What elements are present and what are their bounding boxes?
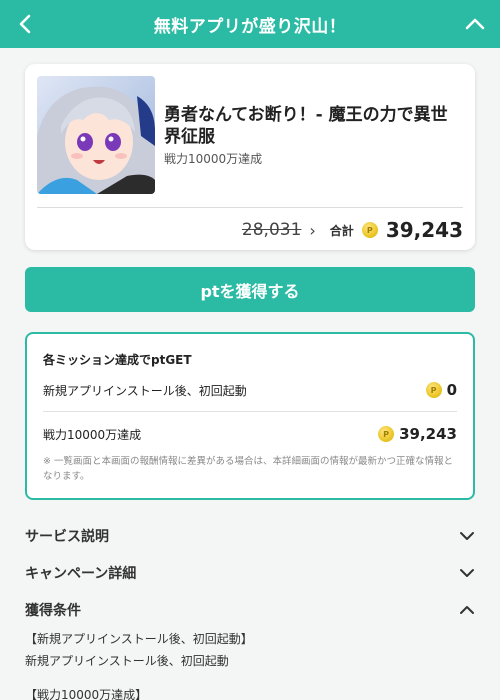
divider	[43, 411, 457, 412]
mission-note: ※ 一覧画面と本画面の報酬情報に差異がある場合は、本詳細画面の情報が最新かつ正確…	[43, 456, 453, 482]
condition-text: 新規アプリインストール後、初回起動	[25, 654, 229, 668]
mission-reward: P 0	[425, 381, 457, 399]
total-points: 39,243	[385, 218, 463, 242]
app-header: 無料アプリが盛り沢山！	[0, 0, 500, 48]
collapse-button[interactable]	[462, 10, 488, 38]
condition-heading: 【新規アプリインストール後、初回起動】	[25, 632, 253, 646]
header-title: 無料アプリが盛り沢山！	[153, 16, 347, 37]
section-campaign-details[interactable]: キャンペーン詳細	[25, 561, 475, 585]
chevron-left-icon	[19, 14, 31, 34]
section-label: サービス説明	[25, 529, 109, 545]
app-card: 勇者なんてお断り！- 魔王の力で異世界征服 戦力10000万達成 28,031 …	[25, 64, 475, 250]
app-subtitle: 戦力10000万達成	[164, 152, 263, 166]
mission-row: 戦力10000万達成 P 39,243	[43, 423, 457, 445]
mission-box: 各ミッション達成でptGET 新規アプリインストール後、初回起動 P 0 戦力1…	[25, 332, 475, 500]
mission-label: 新規アプリインストール後、初回起動	[43, 383, 247, 398]
total-label: 合計	[329, 223, 354, 238]
divider	[37, 207, 463, 208]
app-title: 勇者なんてお断り！- 魔王の力で異世界征服	[164, 105, 448, 147]
mission-reward: P 39,243	[378, 425, 457, 443]
mission-label: 戦力10000万達成	[43, 427, 142, 442]
chevron-right-icon: ›	[309, 220, 316, 240]
app-thumbnail[interactable]	[37, 76, 155, 194]
point-coin-icon: P	[361, 222, 378, 238]
back-button[interactable]	[12, 10, 38, 38]
chevron-up-icon	[465, 18, 485, 30]
get-points-button[interactable]: ptを獲得する	[25, 267, 475, 312]
section-label: 獲得条件	[25, 603, 81, 619]
section-acquisition-conditions[interactable]: 獲得条件	[25, 598, 475, 622]
price-row: 28,031 › 合計 P 39,243	[242, 216, 463, 244]
section-service-description[interactable]: サービス説明	[25, 524, 475, 548]
mission-reward-value: 0	[446, 381, 457, 399]
chevron-down-icon	[460, 532, 474, 540]
section-label: キャンペーン詳細	[25, 566, 137, 582]
chevron-up-icon	[460, 606, 474, 614]
point-coin-icon: P	[378, 426, 395, 442]
chevron-down-icon	[460, 569, 474, 577]
mission-heading: 各ミッション達成でptGET	[43, 353, 192, 367]
anime-character-image	[37, 76, 155, 194]
mission-row: 新規アプリインストール後、初回起動 P 0	[43, 379, 457, 401]
condition-heading: 【戦力10000万達成】	[25, 688, 148, 700]
original-points: 28,031	[241, 220, 302, 240]
mission-reward-value: 39,243	[399, 425, 457, 443]
point-coin-icon: P	[425, 382, 442, 398]
